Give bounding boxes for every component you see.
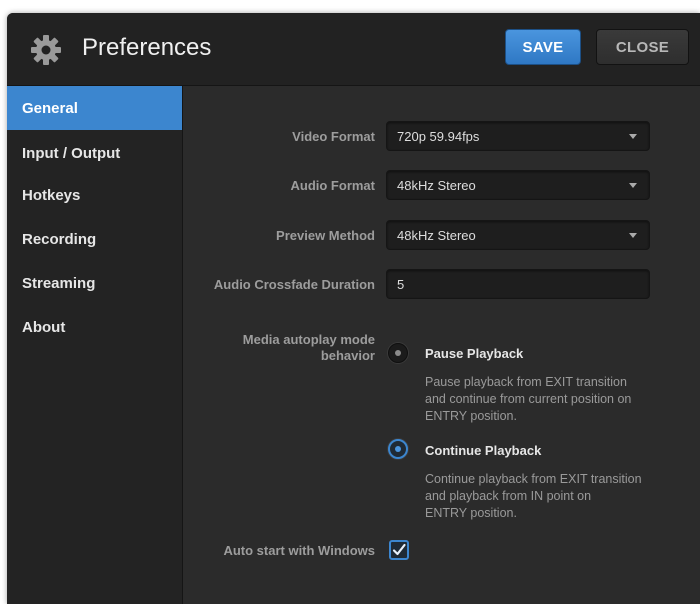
continue-playback-desc-line1: Continue playback from EXIT transition (425, 472, 642, 486)
radio-dot-icon (395, 446, 401, 452)
pause-playback-desc-line3: ENTRY position. (425, 409, 517, 423)
auto-start-label: Auto start with Windows (223, 543, 375, 558)
preview-method-label: Preview Method (276, 228, 375, 243)
continue-playback-desc-line3: ENTRY position. (425, 506, 517, 520)
continue-playback-radio[interactable] (388, 439, 408, 459)
chevron-down-icon (629, 134, 637, 139)
sidebar-item-about[interactable]: About (7, 305, 182, 349)
checkmark-icon (392, 543, 406, 556)
audio-format-value: 48kHz Stereo (397, 177, 476, 193)
autoplay-label-line2: behavior (320, 348, 375, 363)
video-format-label: Video Format (292, 129, 375, 144)
pause-playback-desc-line2: and continue from current position on (425, 392, 632, 406)
continue-playback-title: Continue Playback (425, 443, 542, 458)
pause-playback-title: Pause Playback (425, 346, 524, 361)
crossfade-value: 5 (397, 276, 405, 292)
sidebar: General Input / Output Hotkeys Recording… (7, 86, 183, 604)
page-title: Preferences (82, 34, 212, 61)
audio-format-label: Audio Format (290, 178, 376, 193)
audio-format-select[interactable]: 48kHz Stereo (386, 170, 650, 200)
sidebar-item-streaming[interactable]: Streaming (7, 261, 182, 305)
autoplay-label-line1: Media autoplay mode (242, 332, 375, 347)
pause-playback-radio[interactable] (388, 343, 408, 363)
sidebar-item-recording[interactable]: Recording (7, 217, 182, 261)
chevron-down-icon (629, 233, 637, 238)
title-bar: Preferences SAVE CLOSE (7, 13, 700, 86)
sidebar-item-hotkeys[interactable]: Hotkeys (7, 173, 182, 217)
continue-playback-desc-line2: and playback from IN point on (425, 489, 592, 503)
chevron-down-icon (629, 183, 637, 188)
settings-panel: Video Format 720p 59.94fps Audio Format … (183, 86, 700, 604)
sidebar-item-input-output[interactable]: Input / Output (7, 131, 182, 175)
sidebar-item-general[interactable]: General (7, 86, 182, 130)
preview-method-select[interactable]: 48kHz Stereo (386, 220, 650, 250)
video-format-select[interactable]: 720p 59.94fps (386, 121, 650, 151)
save-button[interactable]: SAVE (505, 29, 581, 65)
crossfade-label: Audio Crossfade Duration (213, 277, 375, 292)
radio-dot-icon (395, 350, 401, 356)
pause-playback-desc-line1: Pause playback from EXIT transition (425, 375, 627, 389)
preferences-window: Preferences SAVE CLOSE General Input / O… (7, 13, 700, 604)
auto-start-checkbox[interactable] (389, 540, 409, 560)
gear-icon (31, 35, 61, 65)
close-button[interactable]: CLOSE (596, 29, 689, 65)
crossfade-duration-input[interactable]: 5 (386, 269, 650, 299)
preview-method-value: 48kHz Stereo (397, 227, 476, 243)
video-format-value: 720p 59.94fps (397, 128, 480, 144)
